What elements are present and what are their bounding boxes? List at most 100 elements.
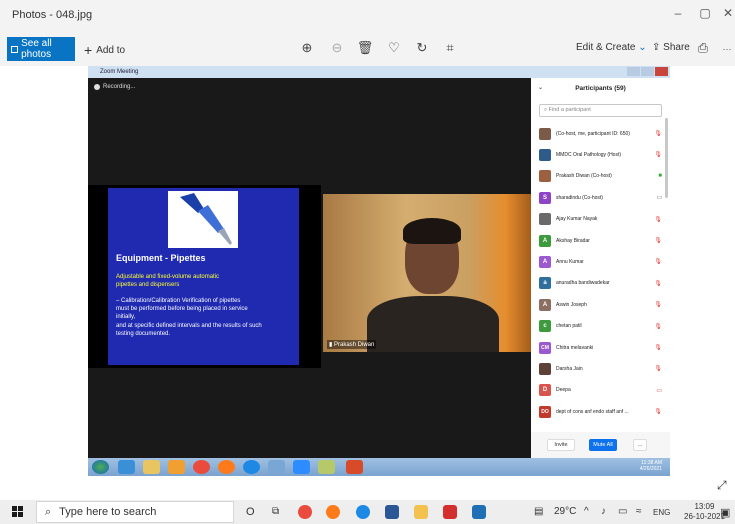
avatar: c bbox=[539, 320, 551, 333]
more-options-icon[interactable]: ··· bbox=[718, 44, 735, 54]
firefox-icon bbox=[218, 460, 235, 474]
taskbar-search-box[interactable]: ⌕ Type here to search bbox=[36, 501, 234, 523]
file-explorer-icon[interactable] bbox=[414, 505, 428, 519]
zoom-window-controls bbox=[627, 67, 668, 76]
word-icon[interactable] bbox=[385, 505, 399, 519]
clock-date: 26-10-2021 bbox=[684, 512, 725, 521]
battery-icon[interactable]: ▭ bbox=[618, 506, 627, 517]
zoom-out-icon[interactable]: ⊖ bbox=[328, 40, 346, 56]
avatar: A bbox=[539, 256, 551, 269]
media-player-icon bbox=[168, 460, 185, 474]
clock-time: 13:09 bbox=[694, 502, 715, 511]
taskbar-search-placeholder: Type here to search bbox=[59, 506, 157, 518]
muted-video-off-icon: 🎙 bbox=[654, 302, 662, 309]
participant-row: (Co-host, me, participant ID: 650) 🎙 bbox=[531, 123, 670, 144]
slide-line: Adjustable and fixed-volume automatic bbox=[116, 274, 220, 280]
ie-icon bbox=[118, 460, 135, 474]
rotate-icon[interactable]: ↻ bbox=[413, 40, 431, 56]
avatar: A bbox=[539, 298, 551, 311]
participant-row: CM Chitra melavanki 🎙 bbox=[531, 337, 670, 358]
shared-screen: Equipment - Pipettes Adjustable and fixe… bbox=[88, 185, 321, 368]
avatar: a bbox=[539, 277, 551, 290]
minimize-button[interactable]: – bbox=[668, 6, 688, 20]
photos-toolbar: See all photos + Add to ⊕ ⊖ 🗑 ♡ ↻ ⌗ Edit… bbox=[0, 30, 735, 66]
participant-name: Deepa bbox=[556, 387, 571, 394]
zoom-meeting-view: Recording... Equipment - Pipettes Adjust… bbox=[88, 78, 531, 458]
print-icon[interactable]: ⎙ bbox=[694, 40, 712, 56]
participant-name: Annu Kumar bbox=[556, 259, 584, 266]
muted-video-off-icon: 🎙 bbox=[654, 409, 662, 416]
zoom-minimize-icon bbox=[627, 67, 640, 76]
powerpoint-icon bbox=[346, 460, 363, 474]
recording-label: Recording... bbox=[103, 84, 136, 90]
acrobat-icon[interactable] bbox=[443, 505, 457, 519]
win7-clock: 11:38 AM 4/26/2021 bbox=[640, 460, 662, 472]
photo-canvas: Zoom Meeting Recording... Equipment - Pi… bbox=[88, 66, 670, 476]
avatar: DO bbox=[539, 405, 551, 418]
volume-icon[interactable]: ♪ bbox=[601, 506, 606, 517]
expand-icon[interactable]: ⤢ bbox=[717, 478, 727, 493]
video-icon: ▭ bbox=[656, 195, 662, 202]
wifi-icon[interactable]: ≈ bbox=[636, 506, 642, 517]
show-hidden-icons-icon[interactable]: ^ bbox=[584, 506, 589, 517]
language-indicator[interactable]: ENG bbox=[653, 508, 670, 517]
slide-line: pipettes and dispensers bbox=[116, 282, 180, 288]
pipette-image bbox=[168, 191, 238, 248]
slide-line: testing documented. bbox=[116, 331, 171, 337]
chrome-icon[interactable] bbox=[298, 505, 312, 519]
share-button[interactable]: ⇪ Share bbox=[652, 42, 690, 53]
crop-icon[interactable]: ⌗ bbox=[441, 40, 459, 56]
see-all-photos-button[interactable]: See all photos bbox=[7, 37, 75, 61]
delete-icon[interactable]: 🗑 bbox=[356, 40, 374, 56]
maximize-button[interactable]: ▢ bbox=[695, 6, 715, 20]
avatar: CM bbox=[539, 341, 551, 354]
participant-name: Prakash Diwan (Co-host) bbox=[556, 173, 612, 180]
zoom-in-icon[interactable]: ⊕ bbox=[298, 40, 316, 56]
participants-header: ⌄ Participants (59) bbox=[531, 78, 670, 98]
chrome-icon bbox=[193, 460, 210, 474]
cortana-icon[interactable]: O bbox=[246, 506, 255, 518]
share-icon: ⇪ bbox=[652, 42, 661, 53]
zoom-maximize-icon bbox=[641, 67, 654, 76]
taskbar-clock[interactable]: 13:09 26-10-2021 bbox=[684, 502, 725, 522]
participant-search-input: ⌕ Find a participant bbox=[539, 104, 662, 117]
participant-name: anuradha bandiwadekar bbox=[556, 280, 610, 287]
participant-row: DO dept of cons anf endo staff anf ... 🎙 bbox=[531, 401, 670, 422]
participants-scrollbar bbox=[665, 118, 668, 198]
video-name-label: ▮ Prakash Diwan bbox=[327, 340, 377, 349]
zoom-window-title: Zoom Meeting bbox=[100, 69, 139, 75]
start-button[interactable] bbox=[12, 506, 24, 518]
add-to-button[interactable]: + Add to bbox=[84, 42, 125, 58]
muted-video-off-icon: 🎙 bbox=[654, 237, 662, 244]
task-view-icon[interactable]: ⧉ bbox=[272, 506, 279, 517]
notifications-icon[interactable]: ▣ bbox=[720, 506, 730, 519]
recording-icon bbox=[94, 84, 100, 90]
participant-row: D Deepa ▭ bbox=[531, 380, 670, 401]
invite-button: Invite bbox=[547, 439, 575, 451]
avatar bbox=[539, 170, 551, 183]
see-all-photos-label: See all photos bbox=[21, 38, 52, 60]
weather-icon[interactable]: ▤ bbox=[534, 506, 543, 517]
avatar bbox=[539, 213, 551, 226]
avatar bbox=[539, 362, 551, 375]
slide-line: and at specific defined intervals and th… bbox=[116, 323, 262, 329]
video-icon: ▭ bbox=[656, 387, 662, 394]
firefox-icon[interactable] bbox=[326, 505, 340, 519]
weather-temperature[interactable]: 29°C bbox=[554, 506, 576, 517]
signal-icon: ▮ bbox=[329, 342, 333, 348]
participant-name: dept of cons anf endo staff anf ... bbox=[556, 408, 629, 415]
participant-row: A Akshay Biradar 🎙 bbox=[531, 230, 670, 251]
favorite-icon[interactable]: ♡ bbox=[385, 40, 403, 56]
edge-icon[interactable] bbox=[356, 505, 370, 519]
close-button[interactable]: ✕ bbox=[718, 6, 735, 20]
participant-search-placeholder: Find a participant bbox=[548, 107, 591, 113]
avatar bbox=[539, 149, 551, 162]
photos-app-icon[interactable] bbox=[472, 505, 486, 519]
win7-taskbar: 11:38 AM 4/26/2021 bbox=[88, 458, 670, 476]
participant-row: c chetan patil 🎙 bbox=[531, 316, 670, 337]
participant-name: MMDC Oral Pathology (Host) bbox=[556, 152, 622, 159]
edit-create-button[interactable]: Edit & Create ⌄ bbox=[576, 42, 647, 53]
muted-video-off-icon: 🎙 bbox=[654, 366, 662, 373]
zoom-window-titlebar: Zoom Meeting bbox=[88, 66, 670, 78]
mute-all-button: Mute All bbox=[589, 439, 617, 451]
